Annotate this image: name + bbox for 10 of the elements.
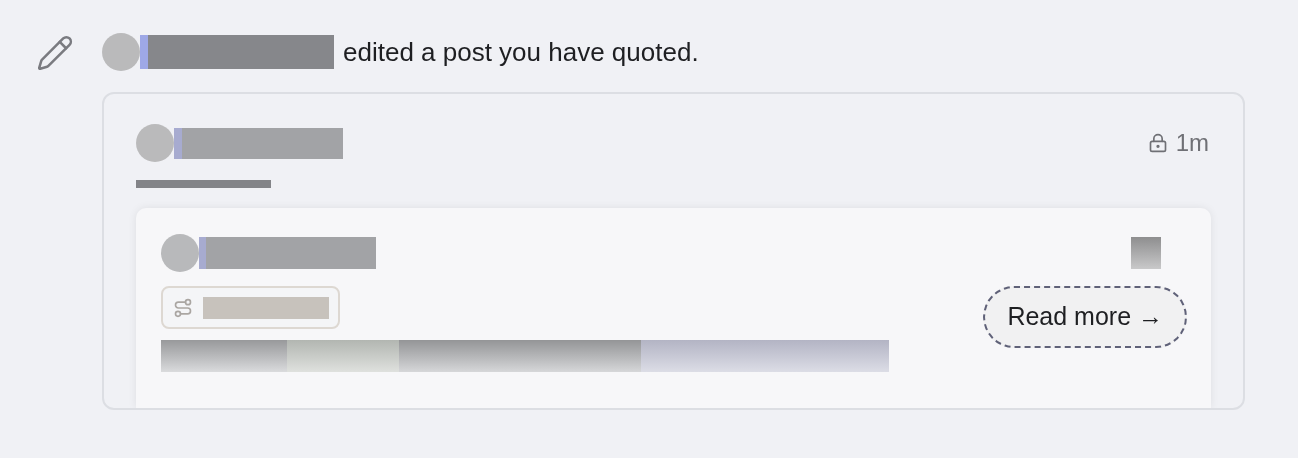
- lock-icon: [1147, 133, 1168, 153]
- avatar: [102, 33, 140, 71]
- post-time: 1m: [1175, 128, 1209, 158]
- route-icon: [173, 297, 193, 318]
- read-more-button[interactable]: Read more →: [983, 286, 1187, 348]
- avatar: [161, 234, 199, 272]
- notification-text: edited a post you have quoted.: [343, 35, 699, 69]
- pencil-icon: [36, 34, 74, 72]
- redacted-thumbnail: [1131, 237, 1161, 269]
- avatar: [136, 124, 174, 162]
